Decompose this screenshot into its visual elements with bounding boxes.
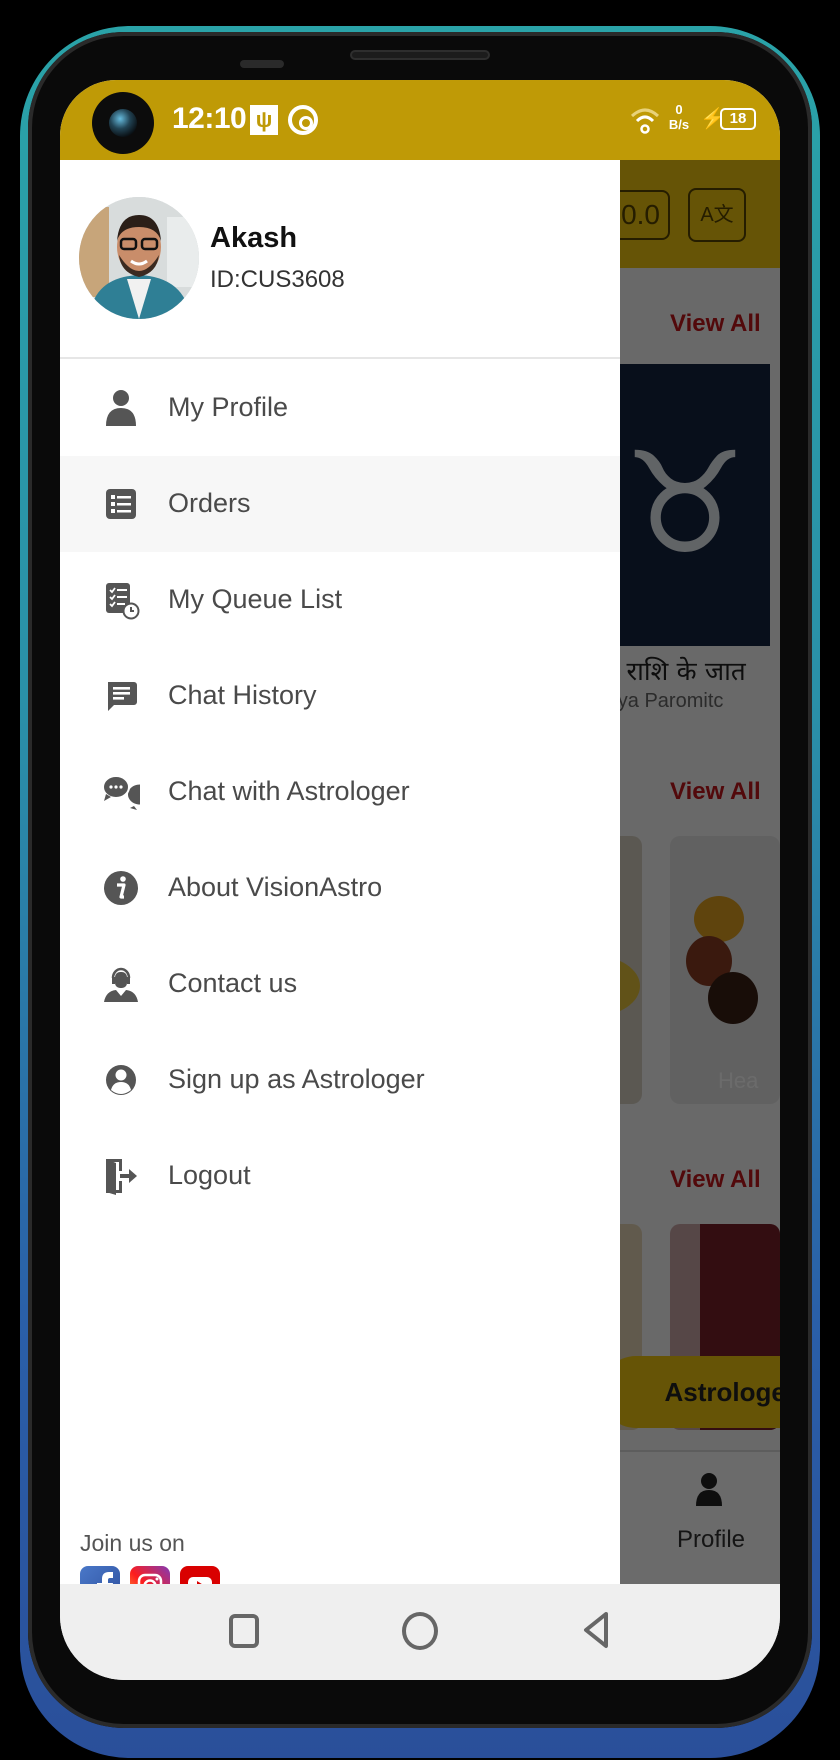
status-time: 12:10	[172, 102, 247, 135]
recent-apps-icon[interactable]	[229, 1614, 259, 1648]
menu-item-about[interactable]: About VisionAstro	[60, 840, 620, 936]
menu-item-contact-us[interactable]: Contact us	[60, 936, 620, 1032]
menu-item-label: Contact us	[168, 968, 298, 998]
menu-item-label: Sign up as Astrologer	[168, 1064, 425, 1094]
proximity-sensor	[240, 60, 284, 68]
menu-item-chat-with-astrologer[interactable]: Chat with Astrologer	[60, 744, 620, 840]
net-speed-value: 0	[675, 102, 683, 117]
logout-icon	[106, 1159, 137, 1195]
menu-item-my-queue-list[interactable]: My Queue List	[60, 552, 620, 648]
menu-item-label: Chat with Astrologer	[168, 776, 410, 806]
menu-item-chat-history[interactable]: Chat History	[60, 648, 620, 744]
support-agent-icon	[104, 967, 138, 1002]
menu-item-label: Orders	[168, 488, 251, 518]
wifi-icon	[630, 108, 660, 134]
menu-item-logout[interactable]: Logout	[60, 1128, 620, 1224]
person-icon	[106, 390, 136, 426]
network-speed: 0 B/s	[664, 102, 694, 132]
join-us-label: Join us on	[80, 1530, 185, 1556]
front-camera	[92, 92, 154, 154]
user-name: Akash	[210, 222, 298, 254]
info-icon	[104, 871, 138, 905]
home-icon[interactable]	[402, 1612, 438, 1650]
menu-item-orders[interactable]: Orders	[60, 456, 620, 552]
system-navigation-bar	[60, 1584, 780, 1680]
back-icon[interactable]	[580, 1610, 612, 1650]
queue-list-clock-icon	[106, 583, 140, 620]
usb-icon: ψ	[250, 105, 278, 135]
menu-item-label: Chat History	[168, 680, 317, 710]
status-bar: 12:10 ψ 0 B/s ⚡ 18	[60, 80, 780, 160]
navigation-drawer: Akash ID:CUS3608 My Profile Orders My Qu…	[60, 160, 620, 1649]
list-icon	[106, 489, 136, 519]
avatar[interactable]	[79, 197, 199, 319]
menu-item-label: Logout	[168, 1160, 251, 1190]
earpiece-speaker	[350, 50, 490, 60]
menu-item-label: My Queue List	[168, 584, 343, 614]
chat-bubbles-icon	[102, 775, 140, 810]
account-circle-icon	[106, 1065, 136, 1095]
menu-item-label: My Profile	[168, 392, 289, 422]
menu-item-sign-up-astrologer[interactable]: Sign up as Astrologer	[60, 1032, 620, 1128]
net-speed-unit: B/s	[668, 117, 690, 132]
phone-screen: 12:10 ψ 0 B/s ⚡ 18 60.0 A文 View All ♉ भ …	[60, 80, 780, 1680]
sync-icon	[288, 105, 318, 135]
menu-item-my-profile[interactable]: My Profile	[60, 360, 620, 456]
user-id: ID:CUS3608	[210, 266, 345, 293]
battery-indicator: 18	[720, 108, 756, 130]
drawer-header[interactable]: Akash ID:CUS3608	[60, 160, 620, 359]
drawer-menu: My Profile Orders My Queue List Chat His…	[60, 360, 620, 1224]
chat-message-icon	[108, 682, 137, 711]
menu-item-label: About VisionAstro	[168, 872, 383, 902]
